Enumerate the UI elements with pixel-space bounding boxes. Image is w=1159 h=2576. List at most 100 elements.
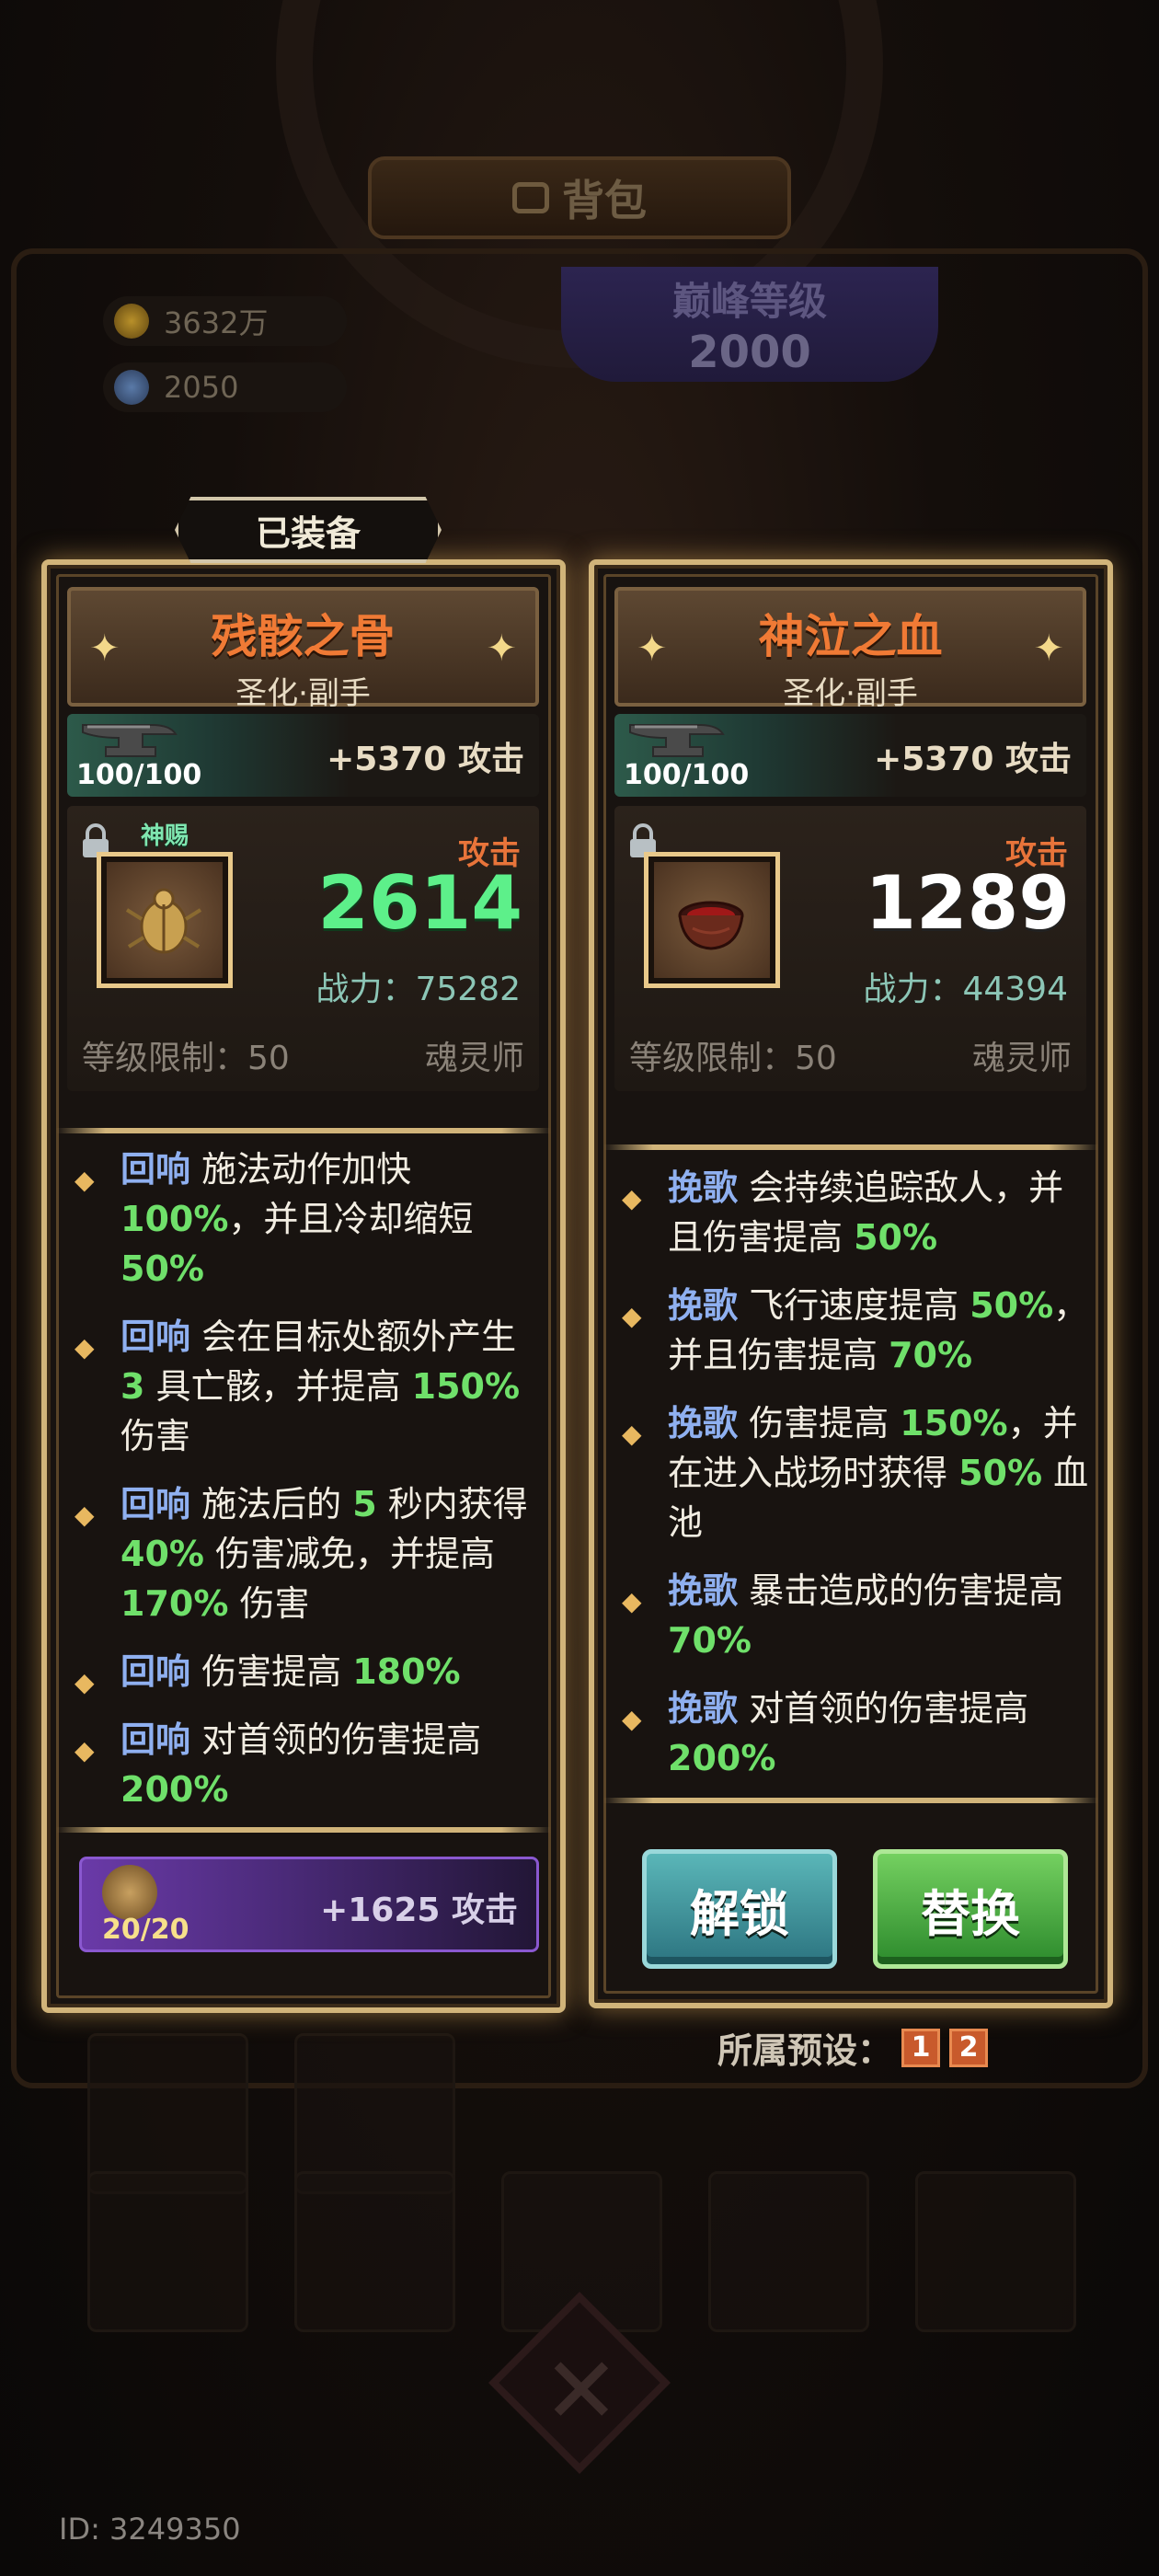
item-name-plate: ✦ ✦ 残骸之骨 圣化·副手 <box>67 587 539 712</box>
sparkle-icon: ✦ <box>486 627 517 670</box>
affix-text: 伤害提高 <box>201 1651 353 1692</box>
affix-tag: 回响 <box>120 1317 191 1357</box>
sparkle-icon: ✦ <box>637 627 668 670</box>
affix-value: 70% <box>889 1335 973 1375</box>
player-id: ID: 3249350 <box>59 2512 241 2547</box>
affix-text: 秒内获得 <box>376 1484 528 1524</box>
class-requirement: 魂灵师 <box>971 1040 1072 1077</box>
compare-item-card: ✦ ✦ 神泣之血 圣化·副手 100/100 +5370 攻击 攻击 1289 <box>589 559 1113 2008</box>
inventory-slot <box>294 2171 455 2332</box>
close-icon[interactable]: ✕ <box>543 2337 620 2444</box>
inventory-slot <box>87 2171 248 2332</box>
item-stat-box: 神赐 攻击 2614 战力：75282 等级限制：50 魂灵师 <box>67 806 539 1091</box>
requirement-row: 等级限制：50 魂灵师 <box>82 1031 524 1079</box>
item-name-plate: ✦ ✦ 神泣之血 圣化·副手 <box>614 587 1086 712</box>
affix-value: 150% <box>411 1366 521 1407</box>
gold-coin-icon <box>114 304 149 339</box>
affix-value: 40% <box>120 1534 204 1574</box>
anvil-icon <box>629 724 725 757</box>
affix-value: 200% <box>120 1769 229 1810</box>
affix-star-icon: ◆ <box>622 1301 642 1331</box>
preset-chip-1[interactable]: 1 <box>901 2028 941 2067</box>
item-name: 神泣之血 <box>758 610 943 663</box>
item-icon-frame[interactable] <box>97 852 233 988</box>
peak-level-title: 巅峰等级 <box>671 279 827 324</box>
preset-chip-2[interactable]: 2 <box>949 2028 989 2067</box>
sparkle-icon: ✦ <box>89 627 120 670</box>
affix-tag: 回响 <box>120 1719 191 1760</box>
affix-text: 伤害 <box>120 1416 191 1456</box>
affix-tag: 挽歌 <box>668 1688 739 1729</box>
affix-text: 伤害提高 <box>749 1403 901 1443</box>
affix-star-icon: ◆ <box>75 1667 95 1697</box>
forge-count: 100/100 <box>624 759 750 791</box>
affix-value: 100% <box>120 1199 229 1239</box>
affix-value: 150% <box>900 1403 1008 1443</box>
currency-gold: 3632万 <box>103 296 347 346</box>
affix-list: ◆ 挽歌 会持续追踪敌人，并且伤害提高 50% ◆ 挽歌 飞行速度提高 50%，… <box>622 1163 1091 1801</box>
affix-value: 50% <box>970 1285 1054 1326</box>
gift-tag: 神赐 <box>141 822 189 850</box>
affix-text: 飞行速度提高 <box>749 1285 970 1326</box>
bag-title-bar: 背包 <box>368 156 791 239</box>
forge-bar: 100/100 +5370 攻击 <box>67 714 539 797</box>
divider <box>603 1144 1098 1150</box>
affix-star-icon: ◆ <box>75 1165 95 1195</box>
affix-value: 180% <box>352 1651 461 1692</box>
peak-level-panel: 巅峰等级 2000 <box>561 267 938 382</box>
affix-tag: 挽歌 <box>668 1167 739 1208</box>
affix-item: ◆ 挽歌 飞行速度提高 50%，并且伤害提高 70% <box>622 1281 1091 1380</box>
affix-text: 施法后的 <box>201 1484 353 1524</box>
affix-tag: 挽歌 <box>668 1570 739 1611</box>
affix-item: ◆ 回响 会在目标处额外产生 3 具亡骸，并提高 150% 伤害 <box>75 1312 544 1461</box>
affix-text: 具亡骸，并提高 <box>144 1366 412 1407</box>
affix-value: 3 <box>120 1366 145 1407</box>
unlock-button[interactable]: 解锁 <box>642 1849 837 1969</box>
affix-star-icon: ◆ <box>622 1183 642 1213</box>
affix-star-icon: ◆ <box>622 1586 642 1616</box>
praying-hands-icon <box>102 1865 157 1920</box>
item-name: 残骸之骨 <box>211 610 396 663</box>
item-type: 圣化·副手 <box>783 675 918 712</box>
equipped-tab: 已装备 <box>175 497 442 563</box>
affix-value: 70% <box>668 1620 752 1661</box>
inventory-slot <box>915 2171 1076 2332</box>
requirement-row: 等级限制：50 魂灵师 <box>629 1031 1072 1079</box>
divider <box>56 1827 551 1833</box>
currency-gem: 2050 <box>103 362 347 412</box>
affix-value: 200% <box>668 1738 776 1778</box>
replace-button[interactable]: 替换 <box>873 1849 1068 1969</box>
affix-star-icon: ◆ <box>75 1332 95 1363</box>
page-title: 背包 <box>562 176 647 225</box>
affix-tag: 回响 <box>120 1149 191 1190</box>
attack-value: 2614 <box>317 860 522 946</box>
level-requirement: 等级限制：50 <box>629 1040 837 1077</box>
inventory-slot <box>708 2171 869 2332</box>
affix-star-icon: ◆ <box>622 1419 642 1449</box>
bag-icon <box>512 182 549 213</box>
divider <box>603 1798 1098 1803</box>
affix-item: ◆ 回响 施法动作加快 100%，并且冷却缩短 50% <box>75 1144 544 1294</box>
affix-item: ◆ 回响 施法后的 5 秒内获得 40% 伤害减免，并提高 170% 伤害 <box>75 1479 544 1628</box>
affix-text: 伤害减免，并提高 <box>203 1534 496 1574</box>
affix-item: ◆ 挽歌 对首领的伤害提高 200% <box>622 1684 1091 1783</box>
affix-list: ◆ 回响 施法动作加快 100%，并且冷却缩短 50% ◆ 回响 会在目标处额外… <box>75 1144 544 1833</box>
equipped-item-card: ✦ ✦ 残骸之骨 圣化·副手 100/100 +5370 攻击 神赐 攻击 26… <box>41 559 566 2013</box>
affix-star-icon: ◆ <box>622 1704 642 1734</box>
soul-bonus-bar: 20/20 +1625 攻击 <box>79 1857 539 1952</box>
forge-bonus: +5370 攻击 <box>874 741 1072 778</box>
combat-power: 战力：75282 <box>316 971 521 1008</box>
preset-row: 所属预设： 1 2 <box>717 2022 989 2073</box>
item-type: 圣化·副手 <box>235 675 371 712</box>
gem-icon <box>114 370 149 405</box>
affix-value: 50% <box>120 1248 204 1289</box>
item-icon-frame[interactable] <box>644 852 780 988</box>
gem-amount: 2050 <box>164 370 239 405</box>
divider <box>56 1128 551 1133</box>
affix-text: ，并且冷却缩短 <box>228 1199 474 1239</box>
affix-value: 50% <box>958 1453 1043 1493</box>
blood-bowl-icon <box>678 901 744 950</box>
attack-value: 1289 <box>865 860 1070 946</box>
affix-value: 50% <box>854 1217 938 1258</box>
affix-item: ◆ 回响 伤害提高 180% <box>75 1647 544 1697</box>
